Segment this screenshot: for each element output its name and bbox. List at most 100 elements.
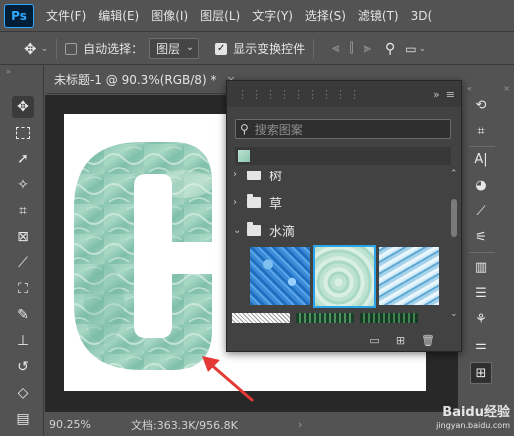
patterns-icon[interactable]: ⊞ <box>470 362 492 384</box>
new-pattern-icon[interactable]: ⊞ <box>396 334 405 347</box>
divider <box>469 252 495 253</box>
watermark-url: jingyan.baidu.com <box>436 421 510 430</box>
show-transform-checkbox[interactable]: ✓ <box>215 42 228 55</box>
folder-row-water-drops[interactable]: ⌄ 水滴 <box>233 219 295 241</box>
pattern-thumbnail[interactable] <box>296 313 354 323</box>
stamp-tool-icon[interactable]: ⊥ <box>12 330 34 352</box>
pattern-thumbnail[interactable] <box>232 313 290 323</box>
watermark-brand: Baidu经验 <box>442 405 510 420</box>
annotation-arrow <box>202 356 254 402</box>
chevron-right-icon[interactable]: › <box>233 171 247 180</box>
folder-label: 树 <box>269 171 283 184</box>
menu-layer[interactable]: 图层(L) <box>194 7 246 24</box>
chevron-down-icon[interactable]: ⌄ <box>233 225 247 236</box>
lasso-tool-icon[interactable]: ➚ <box>12 148 34 170</box>
crop-tool-icon[interactable]: ⌗ <box>12 200 34 222</box>
layer-select-dropdown[interactable]: 图层 ⌄ <box>149 38 200 59</box>
show-transform-label: 显示变换控件 <box>233 42 306 56</box>
brushes-icon[interactable]: ⟋ <box>470 200 492 222</box>
properties-icon[interactable]: ☰ <box>470 282 492 304</box>
brush-tool-icon[interactable]: ✎ <box>12 304 34 326</box>
history-icon[interactable]: ⟲ <box>470 94 492 116</box>
gradient-tool-icon[interactable]: ▤ <box>12 408 34 430</box>
menu-filter[interactable]: 滤镜(T) <box>352 7 405 24</box>
folder-row-trees[interactable]: › 树 <box>233 171 282 185</box>
search-icon[interactable]: ⚲ <box>385 41 395 57</box>
path-icon[interactable]: ⌗ <box>470 120 492 142</box>
move-tool-icon[interactable]: ✥ <box>24 40 37 58</box>
align-right-icon[interactable]: ⫸ <box>364 41 371 56</box>
pattern-picker-panel: ⋮⋮⋮⋮⋮⋮⋮⋮⋮ » ≡ ⚲ 搜索图案 › 树 › 草 ⌄ 水滴 ⌃ ⌄ ▭ … <box>226 80 462 352</box>
pattern-scrollbar[interactable]: ⌃ ⌄ <box>449 169 459 321</box>
watermark: Baidu经验 jingyan.baidu.com <box>436 406 510 432</box>
pattern-search-input[interactable]: ⚲ 搜索图案 <box>235 119 451 139</box>
document-size: 文档:363.3K/956.8K <box>131 418 238 432</box>
frame-tool-icon[interactable]: ⊠ <box>12 226 34 248</box>
collapse-icon[interactable]: » <box>0 66 43 78</box>
status-more-button[interactable]: › <box>298 418 302 431</box>
folder-label: 草 <box>269 196 283 212</box>
adjustments-icon[interactable]: ⚟ <box>470 226 492 248</box>
gradients-icon[interactable]: ▥ <box>470 256 492 278</box>
folder-label: 水滴 <box>269 224 296 240</box>
divider <box>313 38 315 59</box>
menu-type[interactable]: 文字(Y) <box>246 7 299 24</box>
right-panel-dock: ⟲ ⌗ A| ◕ ⟋ ⚟ ▥ ☰ ⚘ ⚌ ⊞ <box>463 92 514 436</box>
chevron-right-icon[interactable]: › <box>233 197 247 208</box>
sliders-icon[interactable]: ⚌ <box>470 334 492 356</box>
folder-icon <box>247 221 261 236</box>
auto-select-checkbox[interactable] <box>65 42 78 55</box>
chevron-down-icon[interactable]: ⌄ <box>419 44 427 54</box>
eyedropper-tool-icon[interactable]: ⟋ <box>12 252 34 274</box>
character-icon[interactable]: A| <box>470 148 492 170</box>
menu-file[interactable]: 文件(F) <box>40 7 92 24</box>
chevron-up-icon[interactable]: ⌃ <box>450 169 458 179</box>
workspace-icon[interactable]: ▭ <box>405 42 416 56</box>
menu-select[interactable]: 选择(S) <box>299 7 352 24</box>
divider <box>56 38 58 59</box>
delete-icon[interactable]: 🗑 <box>421 334 435 347</box>
swatches-icon[interactable]: ◕ <box>470 174 492 196</box>
magic-wand-tool-icon[interactable]: ✧ <box>12 174 34 196</box>
menu-icon[interactable]: ≡ <box>446 88 455 101</box>
document-title: 未标题-1 @ 90.3%(RGB/8) * <box>54 73 217 87</box>
new-folder-icon[interactable]: ▭ <box>369 334 379 347</box>
folder-icon <box>247 193 261 208</box>
chevron-down-icon[interactable]: ⌄ <box>450 309 458 319</box>
status-bar: 90.25% 文档:363.3K/956.8K › <box>45 413 458 436</box>
scrollbar-thumb[interactable] <box>451 199 457 237</box>
selected-pattern-preview <box>235 147 451 165</box>
align-center-icon[interactable]: ⫿ <box>350 41 354 56</box>
divider <box>469 146 495 147</box>
pattern-thumbnail[interactable] <box>379 247 439 305</box>
move-tool-icon[interactable]: ✥ <box>12 96 34 118</box>
collapse-icon[interactable]: » <box>433 88 440 101</box>
menu-3d[interactable]: 3D( <box>405 9 439 23</box>
search-icon: ⚲ <box>240 122 249 136</box>
panel-grip-icon: ⋮⋮⋮⋮⋮⋮⋮⋮⋮ <box>237 87 363 101</box>
menu-edit[interactable]: 编辑(E) <box>92 7 145 24</box>
pattern-swatch <box>238 150 250 162</box>
history-brush-tool-icon[interactable]: ↺ <box>12 356 34 378</box>
pattern-thumbnail[interactable] <box>250 247 310 305</box>
marquee-tool-icon[interactable] <box>12 122 34 144</box>
chevron-down-icon[interactable]: ⌄ <box>41 44 49 54</box>
channels-icon[interactable]: ⚘ <box>470 308 492 330</box>
folder-row-grass[interactable]: › 草 <box>233 191 282 213</box>
options-bar: ✥ ⌄ 自动选择： 图层 ⌄ ✓ 显示变换控件 ⫷ ⫿ ⫸ ⚲ ▭ ⌄ <box>0 33 514 65</box>
menu-bar: Ps 文件(F) 编辑(E) 图像(I) 图层(L) 文字(Y) 选择(S) 滤… <box>0 0 514 32</box>
tools-panel: » ✥ ➚ ✧ ⌗ ⊠ ⟋ ⛶ ✎ ⊥ ↺ ◇ ▤ <box>0 66 44 436</box>
layer-select-value: 图层 <box>156 42 181 56</box>
pattern-search-placeholder: 搜索图案 <box>254 122 303 137</box>
pattern-thumbnail-selected[interactable] <box>313 245 376 308</box>
zoom-level[interactable]: 90.25% <box>49 418 119 431</box>
healing-brush-tool-icon[interactable]: ⛶ <box>12 278 34 300</box>
align-left-icon[interactable]: ⫷ <box>332 41 339 56</box>
auto-select-label: 自动选择： <box>83 42 144 56</box>
menu-image[interactable]: 图像(I) <box>145 7 194 24</box>
pattern-panel-footer: ▭ ⊞ 🗑 <box>227 329 461 351</box>
eraser-tool-icon[interactable]: ◇ <box>12 382 34 404</box>
pattern-thumbnail[interactable] <box>360 313 418 323</box>
document-tab[interactable]: 未标题-1 @ 90.3%(RGB/8) * × <box>46 66 236 94</box>
folder-icon <box>247 171 261 180</box>
